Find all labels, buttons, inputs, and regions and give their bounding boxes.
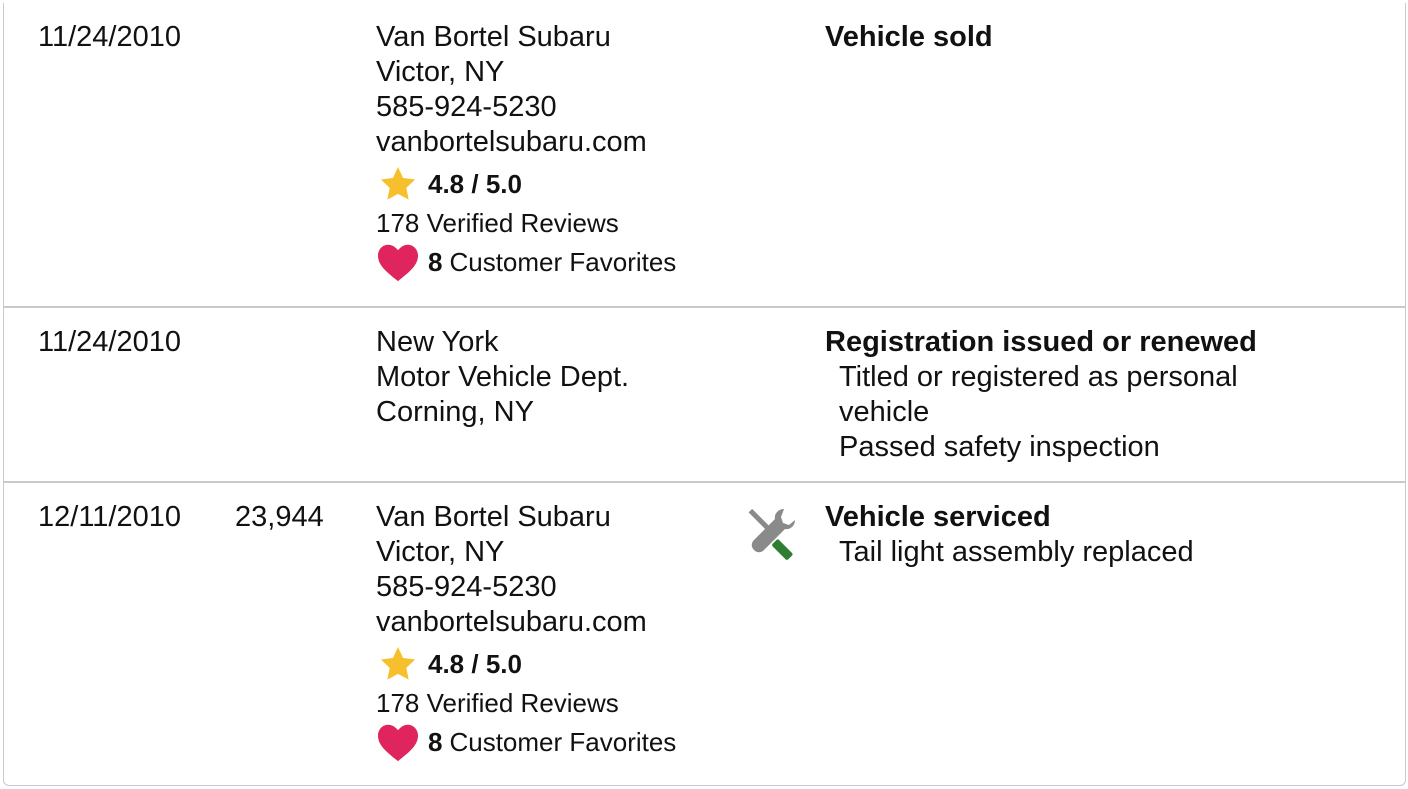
table-row: 11/24/2010 New York Motor Vehicle Dept. … xyxy=(4,308,1405,483)
event-detail: Tail light assembly replaced xyxy=(839,536,1194,568)
agency-state: New York xyxy=(376,326,499,358)
agency-name: Motor Vehicle Dept. xyxy=(376,361,630,393)
verified-reviews-link[interactable]: 178 Verified Reviews xyxy=(376,684,676,722)
rating-score: 4.8 / 5.0 xyxy=(428,168,522,199)
dealer-name: Van Bortel Subaru xyxy=(376,21,611,53)
table-row: 11/24/2010 Van Bortel Subaru Victor, NY … xyxy=(4,3,1405,308)
customer-favorites: 8 Customer Favorites xyxy=(376,722,676,762)
wrench-screwdriver-icon xyxy=(746,505,802,561)
dealer-location: Victor, NY xyxy=(376,536,505,568)
date-cell: 11/24/2010 xyxy=(38,326,181,358)
comments-cell: Vehicle sold xyxy=(825,20,1305,55)
source-cell: New York Motor Vehicle Dept. Corning, NY xyxy=(376,325,629,430)
agency-location: Corning, NY xyxy=(376,396,534,428)
customer-favorites: 8 Customer Favorites xyxy=(376,242,676,282)
event-detail: Titled or registered as personal vehicle xyxy=(839,361,1238,428)
dealer-website-link[interactable]: vanbortelsubaru.com xyxy=(376,605,676,640)
rating-score: 4.8 / 5.0 xyxy=(428,648,522,679)
table-row: 12/11/2010 23,944 Van Bortel Subaru Vict… xyxy=(4,483,1405,786)
dealer-name: Van Bortel Subaru xyxy=(376,501,611,533)
favorites-label: Customer Favorites xyxy=(449,246,677,277)
date-cell: 12/11/2010 xyxy=(38,501,181,533)
vehicle-history-table: 11/24/2010 Van Bortel Subaru Victor, NY … xyxy=(3,3,1406,786)
favorites-count: 8 xyxy=(428,246,443,277)
event-title: Registration issued or renewed xyxy=(825,326,1257,358)
dealer-phone[interactable]: 585-924-5230 xyxy=(376,90,676,125)
mileage-cell: 23,944 xyxy=(235,501,324,533)
source-cell: Van Bortel Subaru Victor, NY 585-924-523… xyxy=(376,20,676,282)
event-title: Vehicle serviced xyxy=(825,501,1051,533)
comments-cell: Vehicle serviced Tail light assembly rep… xyxy=(825,500,1305,570)
dealer-website-link[interactable]: vanbortelsubaru.com xyxy=(376,125,676,160)
heart-icon xyxy=(378,244,418,282)
event-detail: Passed safety inspection xyxy=(839,431,1160,463)
favorites-count: 8 xyxy=(428,726,443,757)
star-icon xyxy=(380,647,416,680)
star-icon xyxy=(380,167,416,200)
favorites-label: Customer Favorites xyxy=(449,726,677,757)
dealer-rating: 4.8 / 5.0 xyxy=(376,644,676,684)
date-cell: 11/24/2010 xyxy=(38,21,181,53)
source-cell: Van Bortel Subaru Victor, NY 585-924-523… xyxy=(376,500,676,762)
heart-icon xyxy=(378,724,418,762)
event-title: Vehicle sold xyxy=(825,21,993,53)
dealer-location: Victor, NY xyxy=(376,56,505,88)
dealer-rating: 4.8 / 5.0 xyxy=(376,164,676,204)
dealer-phone[interactable]: 585-924-5230 xyxy=(376,570,676,605)
verified-reviews-link[interactable]: 178 Verified Reviews xyxy=(376,204,676,242)
comments-cell: Registration issued or renewed Titled or… xyxy=(825,325,1305,465)
